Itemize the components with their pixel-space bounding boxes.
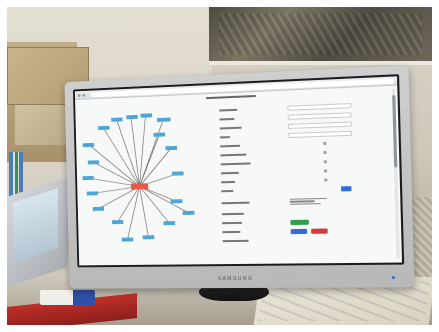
wall-poster [209,7,432,65]
laptop-screen [13,188,58,263]
monitor: SAMSUNG [64,65,414,288]
field-label [221,161,289,166]
field-label [222,221,290,225]
field-label [219,107,287,113]
network-graph[interactable] [79,103,217,254]
radio-button[interactable] [323,142,326,145]
radio-button[interactable] [323,151,326,154]
radio-button[interactable] [324,169,327,172]
field-label [222,200,290,204]
field-label [220,125,288,131]
graph-node[interactable] [98,126,109,130]
graph-node[interactable] [183,211,195,215]
graph-node[interactable] [163,221,175,225]
radio-button[interactable] [324,160,327,163]
delete-button[interactable] [311,229,328,234]
graph-node[interactable] [122,237,134,241]
graph-node[interactable] [83,176,94,180]
field-label [221,180,289,185]
address-bar[interactable] [91,78,394,97]
radio-button[interactable] [324,179,327,182]
graph-node[interactable] [165,146,177,150]
graph-node[interactable] [126,115,138,119]
success-button[interactable] [290,220,309,225]
monitor-screen [75,76,402,265]
text-input[interactable] [288,112,352,120]
graph-center-node[interactable] [131,183,148,189]
primary-button[interactable] [291,229,307,234]
graph-node[interactable] [83,143,94,147]
field-label [223,239,291,243]
field-label [222,230,290,234]
photo-frame: SAMSUNG [0,0,439,332]
graph-node[interactable] [171,199,183,203]
graph-node[interactable] [87,191,98,195]
field-label [220,134,288,139]
graph-node[interactable] [88,160,99,164]
select-input[interactable] [288,131,352,138]
graph-node[interactable] [172,171,184,175]
graph-node[interactable] [112,220,123,224]
graph-node[interactable] [111,117,122,121]
field-label [221,189,289,194]
office-photo: SAMSUNG [7,7,432,325]
graph-node[interactable] [143,235,155,239]
usb-stick [40,290,95,305]
graph-node[interactable] [93,207,104,211]
field-label [221,170,289,175]
graph-node[interactable] [141,113,153,117]
network-graph-svg [79,103,217,254]
back-icon[interactable] [78,94,81,97]
cardboard-box-small [15,105,70,145]
forward-icon[interactable] [82,93,85,96]
graph-node[interactable] [153,133,165,137]
select-input[interactable] [288,121,352,128]
field-label [222,212,290,216]
monitor-bezel [73,74,404,267]
add-button[interactable] [341,186,352,191]
monitor-brand-logo: SAMSUNG [69,275,414,283]
properties-form [219,99,399,246]
field-label [220,143,288,148]
field-label [219,116,287,122]
graph-node[interactable] [157,117,171,121]
node-info-text [290,197,331,206]
field-label [220,152,288,157]
power-led [392,276,395,279]
